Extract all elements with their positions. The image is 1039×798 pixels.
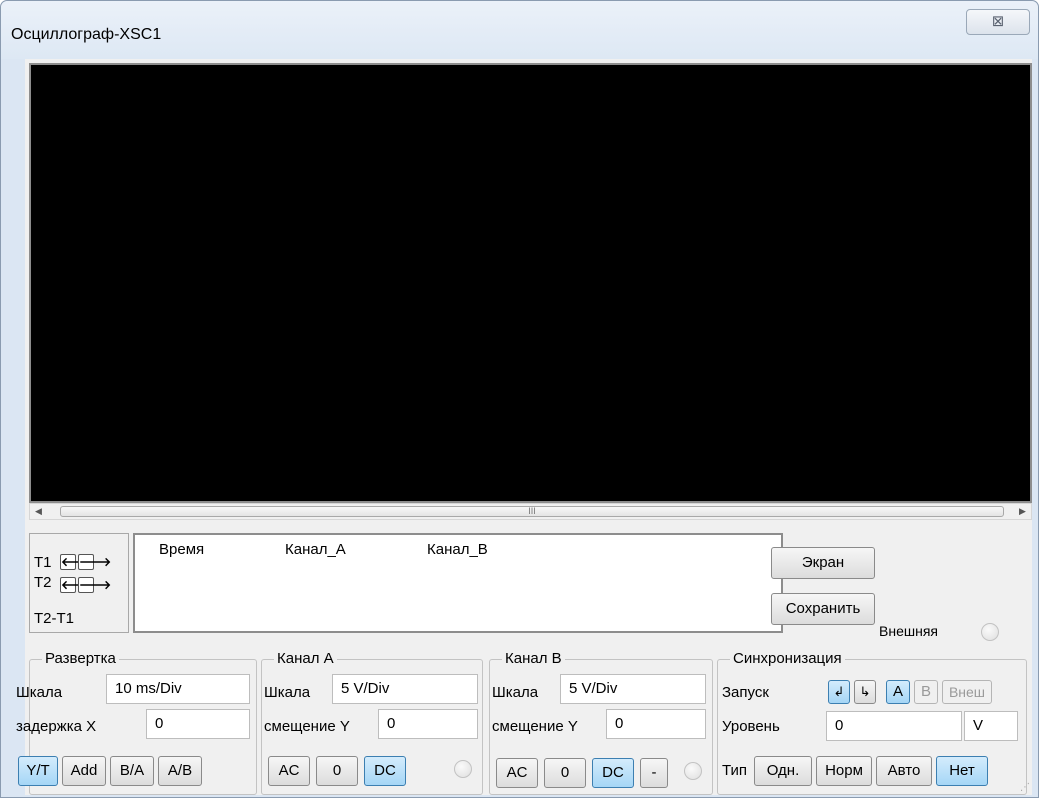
trigger-level-field[interactable]: 0 <box>826 711 962 741</box>
channel-b-scale-field[interactable]: 5 V/Div <box>560 674 706 704</box>
readout-header-time: Время <box>159 541 205 558</box>
delay-x-label: задержка X <box>16 718 97 735</box>
channel-a-zero-button[interactable]: 0 <box>316 756 358 786</box>
trigger-start-label: Запуск <box>722 684 769 701</box>
t1-label: T1 <box>34 554 52 571</box>
channel-b-ac-button[interactable]: AC <box>496 758 538 788</box>
source-ext-button[interactable]: Внеш <box>942 680 992 704</box>
trigger-group: Синхронизация Запуск ↲ ↳ A B Внеш Уровен… <box>717 650 1027 795</box>
thumb-grip-icon: III <box>528 506 536 516</box>
timebase-group: Развертка Шкала 10 ms/Div задержка X 0 Y… <box>16 650 257 795</box>
falling-edge-icon: ↳ <box>859 684 871 699</box>
channel-b-offset-label: смещение Y <box>492 718 578 735</box>
channel-a-dc-button[interactable]: DC <box>364 756 406 786</box>
t1-left-button[interactable]: 🡐 <box>60 554 93 570</box>
channel-a-scale-label: Шкала <box>264 684 311 701</box>
title-bar[interactable]: Осциллограф-XSC1 ⊠ <box>1 1 1038 59</box>
measurement-readout: Время Канал_A Канал_B <box>133 533 783 633</box>
close-icon: ⊠ <box>991 13 1005 30</box>
edge-falling-button[interactable]: ↳ <box>854 680 876 704</box>
oscilloscope-window: Осциллограф-XSC1 ⊠ ◀ III ▶ T1 🡐 🡒 T2 🡐 🡒… <box>0 0 1039 798</box>
trigger-level-label: Уровень <box>722 718 780 735</box>
channel-b-invert-button[interactable]: - <box>640 758 668 788</box>
scroll-right-arrow-icon[interactable]: ▶ <box>1014 504 1031 519</box>
edge-rising-button[interactable]: ↲ <box>828 680 850 704</box>
channel-a-title: Канал A <box>274 650 337 667</box>
scope-screen[interactable] <box>29 63 1032 503</box>
resize-grip-icon[interactable]: ⋰ <box>1020 782 1030 793</box>
trigger-none-button[interactable]: Нет <box>936 756 988 786</box>
t2-right-button[interactable]: 🡒 <box>78 577 111 593</box>
channel-a-scale-field[interactable]: 5 V/Div <box>332 674 478 704</box>
save-button[interactable]: Сохранить <box>771 593 875 625</box>
readout-header-channel-a: Канал_A <box>285 541 346 558</box>
channel-b-title: Канал B <box>502 650 565 667</box>
cursor-panel: T1 🡐 🡒 T2 🡐 🡒 T2-T1 <box>29 533 129 633</box>
trigger-single-button[interactable]: Одн. <box>754 756 812 786</box>
close-button[interactable]: ⊠ <box>966 9 1030 35</box>
channel-a-offset-label: смещение Y <box>264 718 350 735</box>
external-label: Внешняя <box>879 623 938 639</box>
channel-b-dc-button[interactable]: DC <box>592 758 634 788</box>
t2-left-button[interactable]: 🡐 <box>60 577 93 593</box>
scrollbar-thumb[interactable]: III <box>60 506 1004 517</box>
t1-right-button[interactable]: 🡒 <box>78 554 111 570</box>
channel-b-zero-button[interactable]: 0 <box>544 758 586 788</box>
timebase-title: Развертка <box>42 650 119 667</box>
arrow-right-icon: 🡒 <box>79 578 112 592</box>
source-a-button[interactable]: A <box>886 680 910 704</box>
rising-edge-icon: ↲ <box>833 684 845 699</box>
channel-b-indicator[interactable] <box>684 762 702 780</box>
timebase-scale-field[interactable]: 10 ms/Div <box>106 674 250 704</box>
t2-t1-label: T2-T1 <box>34 610 75 627</box>
channel-a-indicator[interactable] <box>454 760 472 778</box>
scroll-left-arrow-icon[interactable]: ◀ <box>30 504 47 519</box>
arrow-right-icon: 🡒 <box>79 555 112 569</box>
readout-header-channel-b: Канал_B <box>427 541 488 558</box>
horizontal-scrollbar[interactable]: ◀ III ▶ <box>29 503 1032 520</box>
channel-b-group: Канал B Шкала 5 V/Div смещение Y 0 AC 0 … <box>489 650 713 795</box>
channel-a-group: Канал A Шкала 5 V/Div смещение Y 0 AC 0 … <box>261 650 483 795</box>
trigger-title: Синхронизация <box>730 650 845 667</box>
t2-label: T2 <box>34 574 52 591</box>
mode-yt-button[interactable]: Y/T <box>18 756 58 786</box>
delay-x-field[interactable]: 0 <box>146 709 250 739</box>
trigger-level-unit: V <box>964 711 1018 741</box>
external-indicator[interactable] <box>981 623 999 641</box>
window-title: Осциллограф-XSC1 <box>11 26 162 43</box>
mode-ab-button[interactable]: A/B <box>158 756 202 786</box>
source-b-button[interactable]: B <box>914 680 938 704</box>
trigger-normal-button[interactable]: Норм <box>816 756 872 786</box>
oscilloscope-panel: ◀ III ▶ T1 🡐 🡒 T2 🡐 🡒 T2-T1 Время Канал_… <box>16 59 1032 795</box>
screen-button[interactable]: Экран <box>771 547 875 579</box>
mode-add-button[interactable]: Add <box>62 756 106 786</box>
channel-a-ac-button[interactable]: AC <box>268 756 310 786</box>
channel-b-scale-label: Шкала <box>492 684 539 701</box>
mode-ba-button[interactable]: B/A <box>110 756 154 786</box>
channel-a-offset-field[interactable]: 0 <box>378 709 478 739</box>
trigger-auto-button[interactable]: Авто <box>876 756 932 786</box>
trigger-type-label: Тип <box>722 762 748 779</box>
timebase-scale-label: Шкала <box>16 684 63 701</box>
channel-b-offset-field[interactable]: 0 <box>606 709 706 739</box>
